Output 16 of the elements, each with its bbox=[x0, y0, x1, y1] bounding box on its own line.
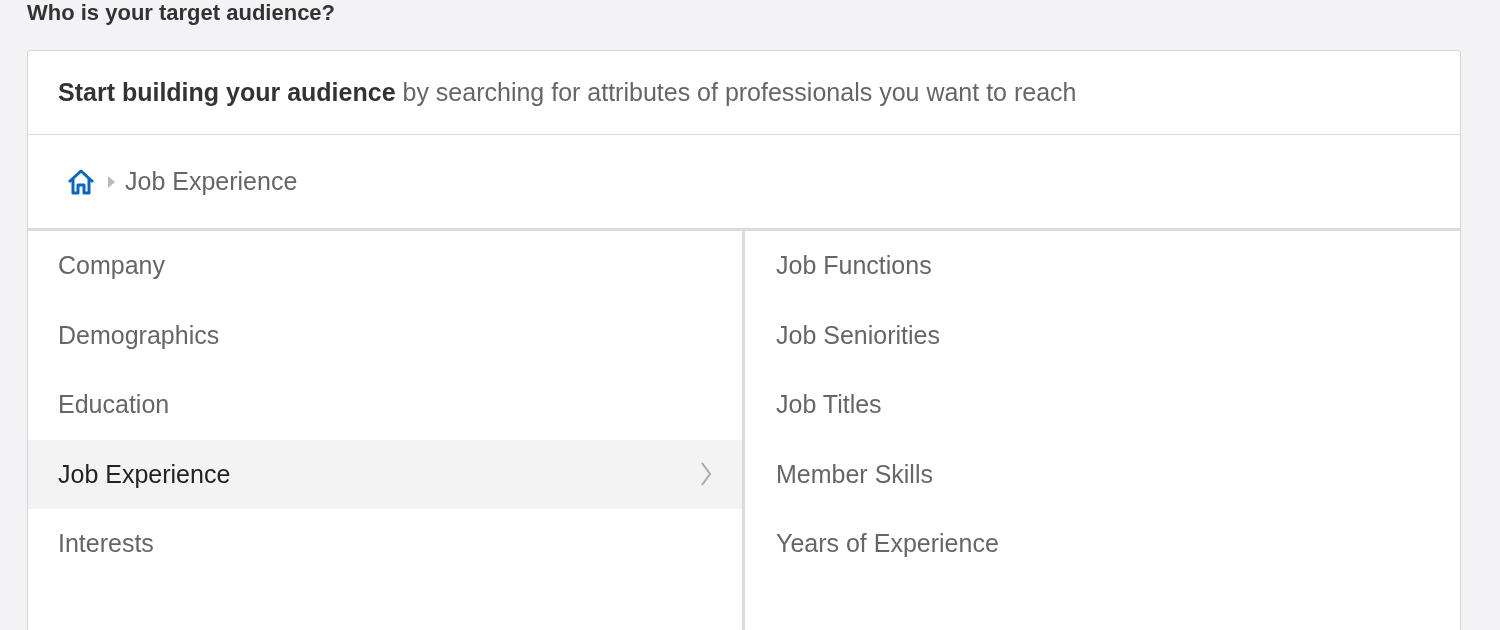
subcategory-item[interactable]: Job Functions bbox=[776, 247, 932, 285]
category-item[interactable]: Education bbox=[28, 370, 742, 440]
subcategory-item[interactable]: Member Skills bbox=[776, 455, 933, 493]
home-icon[interactable] bbox=[66, 168, 96, 195]
subcategory-item[interactable]: Job Seniorities bbox=[776, 316, 940, 354]
category-item[interactable]: Demographics bbox=[28, 300, 742, 370]
breadcrumb-item[interactable]: Job Experience bbox=[125, 162, 298, 201]
chevron-icon bbox=[700, 461, 712, 488]
category-item[interactable]: Interests bbox=[28, 509, 742, 579]
caret-icon bbox=[108, 175, 115, 188]
category-item[interactable]: Job Experience bbox=[28, 439, 742, 509]
intro-text: Start building your audience by searching for attributes of professionals you want to reach bbox=[58, 76, 1077, 108]
category-item[interactable]: Company bbox=[28, 231, 742, 301]
subcategory-item[interactable]: Job Titles bbox=[776, 386, 882, 424]
subcategory-item[interactable]: Years of Experience bbox=[776, 525, 999, 563]
section-title: Who is your target audience? bbox=[27, 0, 337, 27]
